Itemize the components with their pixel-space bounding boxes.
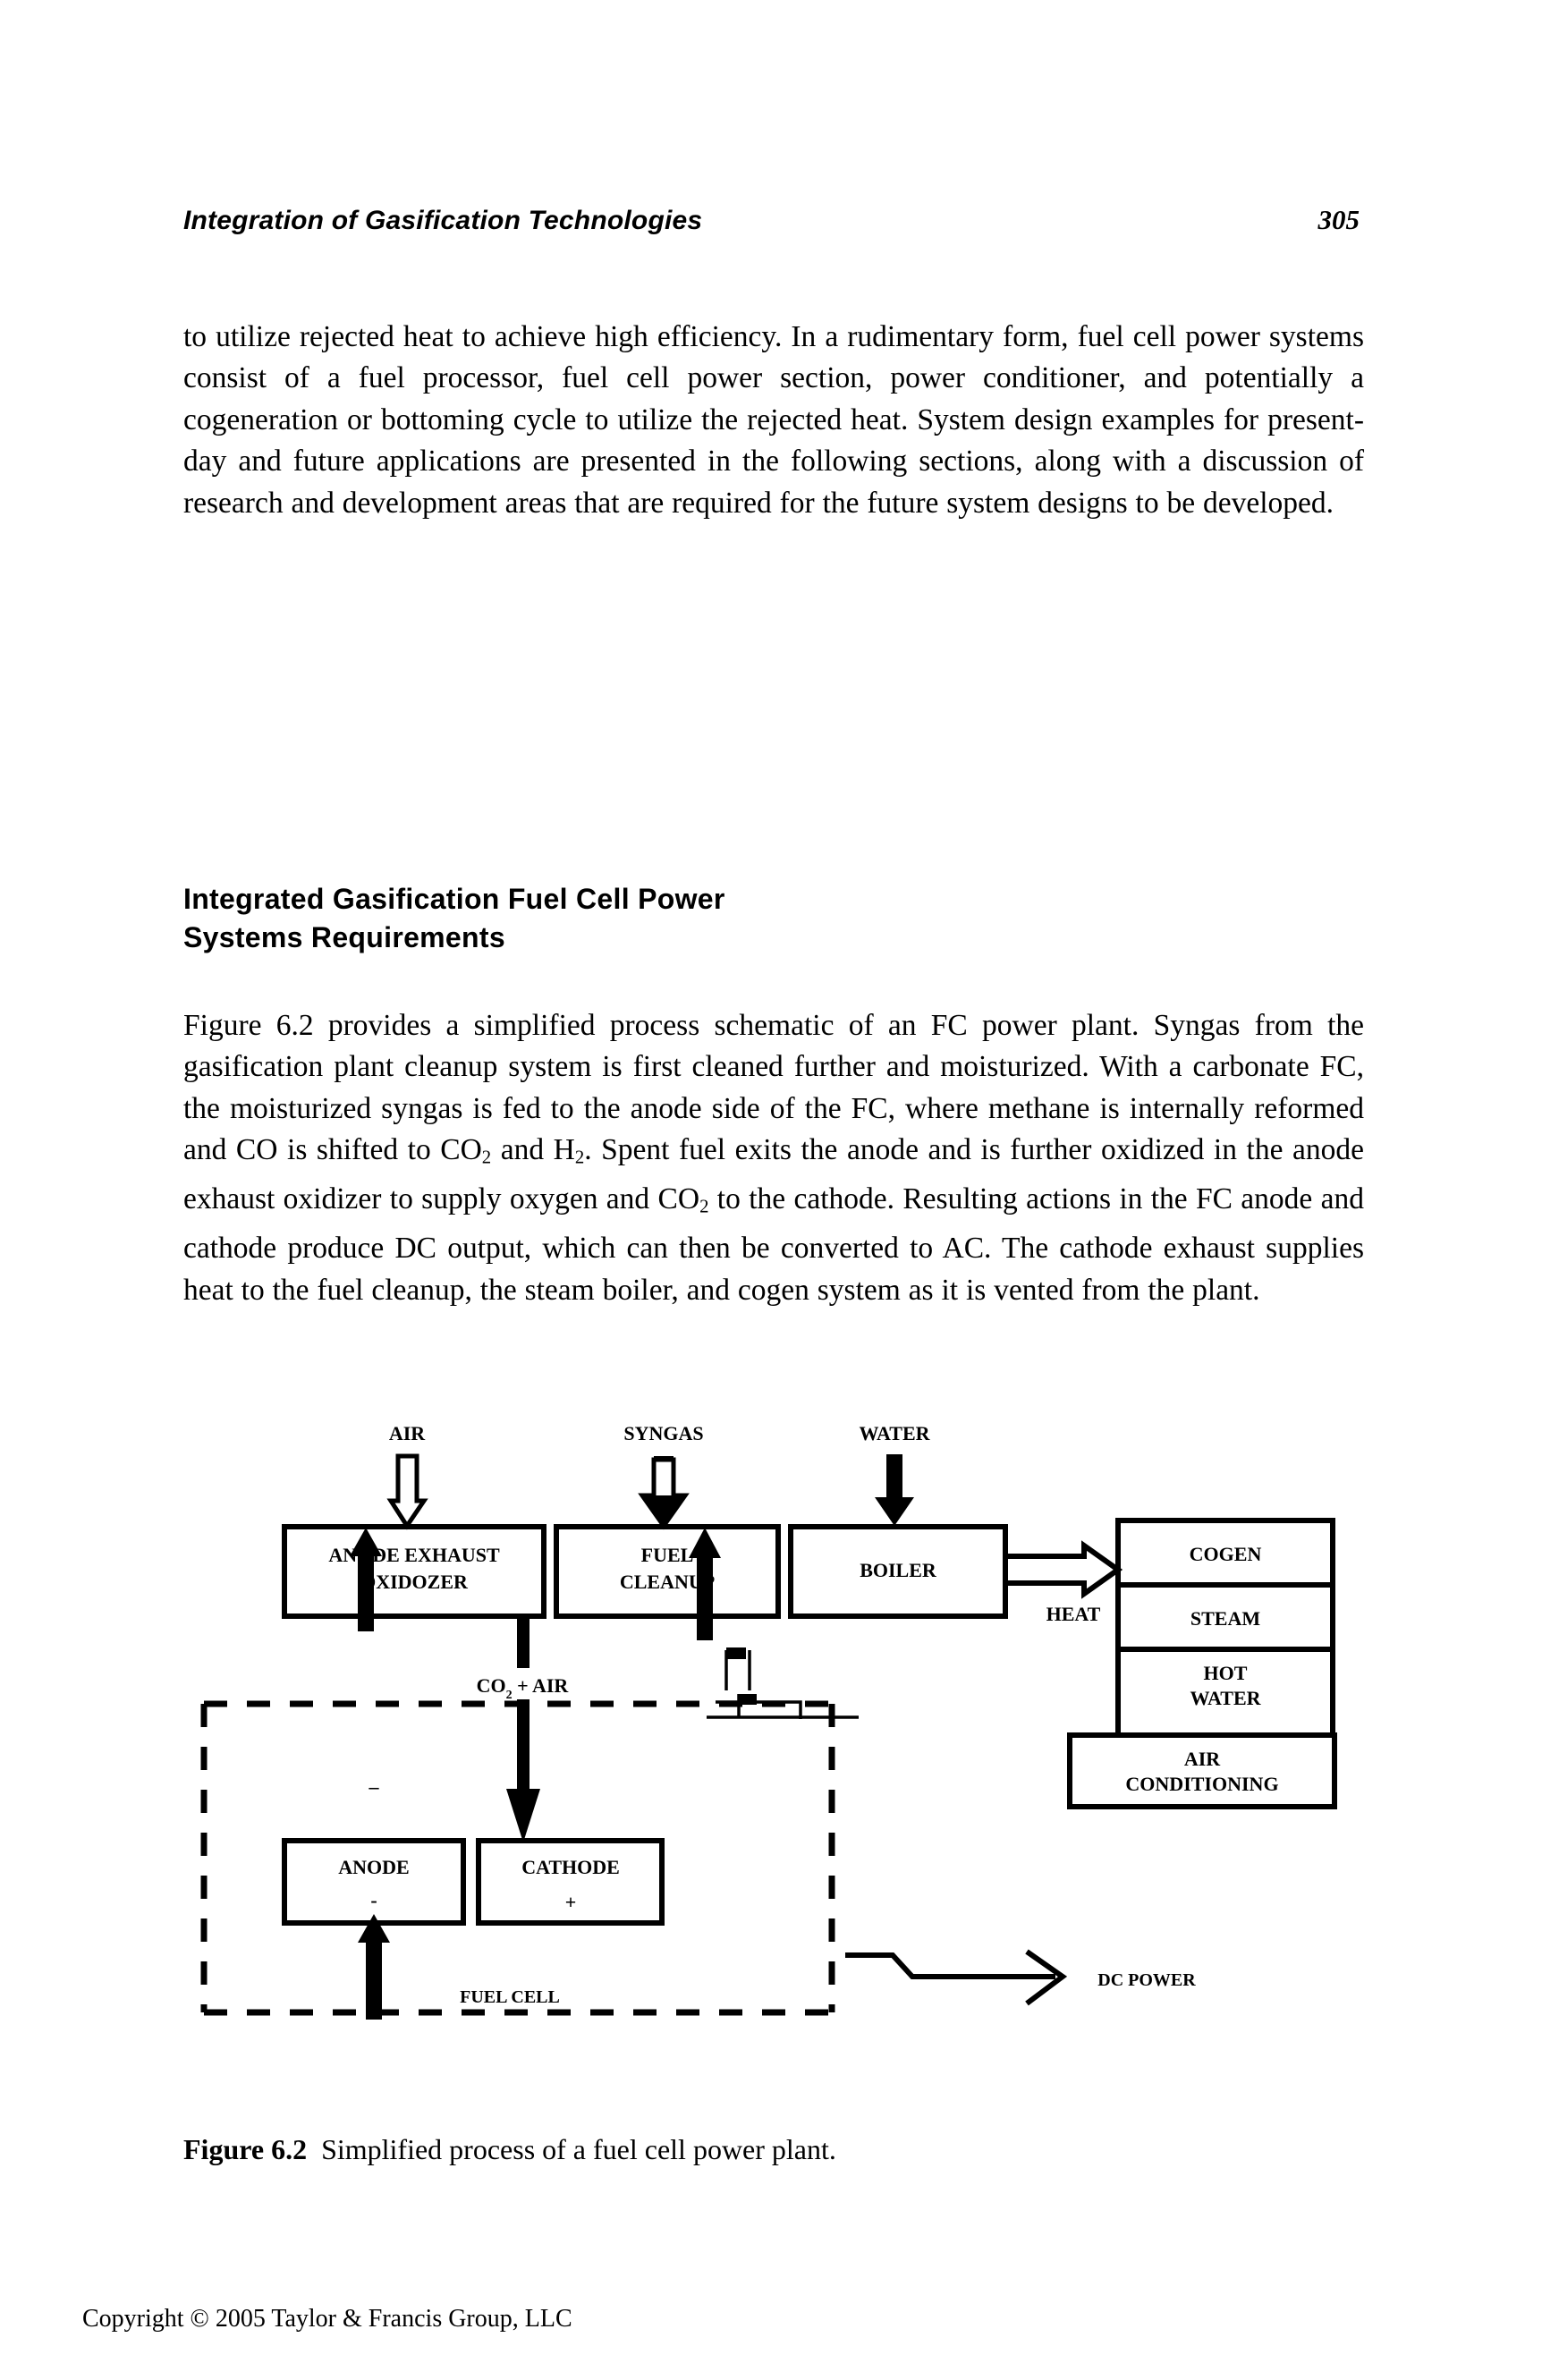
figure-minus-mark: – [369,1775,380,1798]
section-heading: Integrated Gasification Fuel Cell Power … [183,880,1364,957]
figure-label-syngas: SYNGAS [623,1422,703,1444]
running-head-title: Integration of Gasification Technologies [183,206,703,235]
body-paragraph-2: Figure 6.2 provides a simplified process… [183,1005,1364,1312]
arrow-syngas [638,1456,690,1530]
arrow-air [386,1453,428,1530]
arrow-dc-power [845,1949,1068,2006]
box-air-conditioning [1067,1732,1337,1809]
arrow-fuel-into-anode [358,1914,390,2020]
figure-caption-label: Figure 6.2 [183,2133,308,2165]
box-label-cathode-sign: + [565,1891,577,1913]
figure-label-water: WATER [859,1422,930,1444]
box-label-cathode: CATHODE [521,1856,620,1878]
svg-text:CO2 + AIR: CO2 + AIR [477,1674,570,1702]
box-label-fuel-cleanup-line1: FUEL [641,1544,694,1566]
figure-caption-text: Simplified process of a fuel cell power … [321,2133,836,2165]
arrow-heat [1005,1540,1123,1599]
subscript-co2-first: 2 [481,1147,492,1168]
copyright-footer: Copyright © 2005 Taylor & Francis Group,… [82,2305,572,2333]
body-paragraph-1: to utilize rejected heat to achieve high… [183,319,1364,520]
subscript-h2: 2 [574,1147,585,1168]
arrow-co2-air-to-cathode [506,1699,540,1842]
page-number: 305 [1317,204,1360,235]
section-heading-line-1: Integrated Gasification Fuel Cell Power [183,882,725,915]
box-label-air-conditioning-line1: AIR [1184,1748,1221,1770]
box-label-steam: STEAM [1190,1607,1260,1630]
figure-label-dc-power: DC POWER [1097,1970,1196,1990]
paragraph-2-segment-b: and H [491,1133,575,1166]
box-label-air-conditioning-line2: CONDITIONING [1125,1773,1278,1795]
co2-air-sub: 2 [506,1689,513,1702]
figure-label-air: AIR [389,1422,426,1444]
box-label-anode-sign: - [370,1889,377,1911]
figure-label-co2-air: CO2 + AIR [477,1674,570,1702]
connector-jogs [707,1647,859,1719]
box-label-boiler: BOILER [860,1559,937,1581]
co2-air-post: + AIR [513,1674,570,1697]
box-label-hot-water-line2: WATER [1190,1687,1261,1709]
figure-label-fuel-cell: FUEL CELL [460,1987,560,2007]
subscript-co2-second: 2 [699,1196,709,1217]
running-head: Integration of Gasification Technologies… [183,204,1360,236]
figure-6-2-diagram: .blk { fill: none; stroke: #000; stroke-… [0,1395,1542,2111]
section-heading-line-2: Systems Requirements [183,920,505,953]
arrow-water [875,1454,914,1526]
figure-label-heat: HEAT [1046,1603,1101,1625]
connector-oxidozer-down [517,1616,530,1668]
document-page: Integration of Gasification Technologies… [0,0,1542,2380]
box-label-anode-exhaust-line2: OXIDOZER [360,1571,469,1593]
box-label-anode: ANODE [338,1856,409,1878]
box-label-hot-water-line1: HOT [1204,1662,1248,1684]
co2-air-pre: CO [477,1674,506,1697]
box-label-cogen: COGEN [1190,1543,1262,1565]
figure-caption: Figure 6.2 Simplified process of a fuel … [183,2131,1364,2167]
